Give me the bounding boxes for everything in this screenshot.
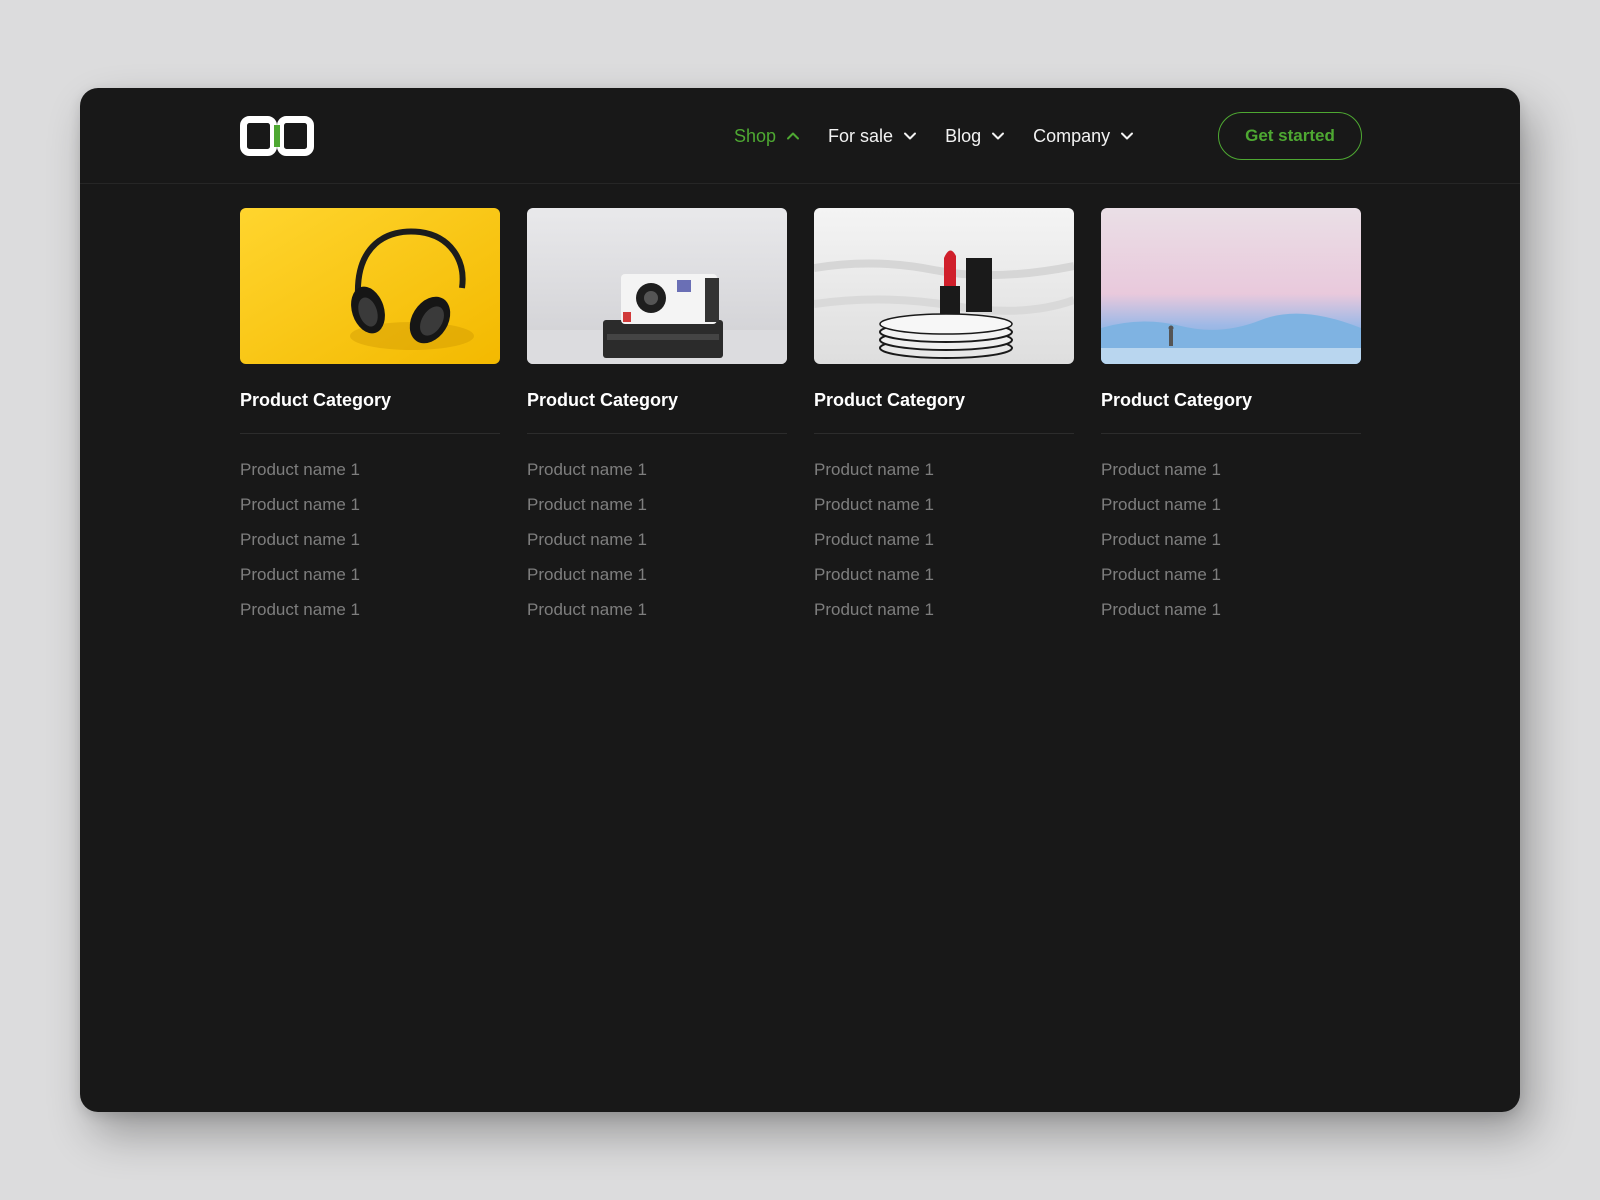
nav-item-label: Blog [945, 125, 982, 146]
chevron-down-icon [992, 132, 1005, 140]
product-link[interactable]: Product name 1 [814, 565, 1074, 600]
landscape-image[interactable] [1101, 208, 1361, 364]
chevron-down-icon [1121, 132, 1134, 140]
product-link[interactable]: Product name 1 [1101, 565, 1361, 600]
product-link[interactable]: Product name 1 [527, 530, 787, 565]
brand-logo-icon[interactable] [240, 116, 314, 156]
product-link[interactable]: Product name 1 [1101, 530, 1361, 565]
product-link[interactable]: Product name 1 [527, 495, 787, 530]
category-column: Product Category Product name 1 Product … [527, 208, 787, 635]
product-link[interactable]: Product name 1 [1101, 495, 1361, 530]
nav-item-shop[interactable]: Shop [734, 126, 800, 147]
product-link[interactable]: Product name 1 [527, 565, 787, 600]
nav-item-label: Shop [734, 125, 777, 146]
product-link[interactable]: Product name 1 [240, 565, 500, 600]
product-link[interactable]: Product name 1 [240, 600, 500, 635]
product-link[interactable]: Product name 1 [814, 495, 1074, 530]
product-list: Product name 1 Product name 1 Product na… [527, 460, 787, 635]
product-link[interactable]: Product name 1 [527, 460, 787, 495]
product-link[interactable]: Product name 1 [240, 460, 500, 495]
category-column: Product Category Product name 1 Product … [1101, 208, 1361, 635]
chevron-up-icon [787, 132, 800, 140]
product-link[interactable]: Product name 1 [240, 495, 500, 530]
product-list: Product name 1 Product name 1 Product na… [814, 460, 1074, 635]
nav-item-for-sale[interactable]: For sale [828, 126, 917, 147]
product-link[interactable]: Product name 1 [814, 600, 1074, 635]
product-link[interactable]: Product name 1 [1101, 460, 1361, 495]
main-nav: Shop For sale Blog Company [734, 88, 1162, 184]
nav-item-label: For sale [828, 125, 894, 146]
product-link[interactable]: Product name 1 [240, 530, 500, 565]
site-header: Shop For sale Blog Company Get started [80, 88, 1520, 184]
app-window: Shop For sale Blog Company Get started P… [80, 88, 1520, 1112]
lipstick-image[interactable] [814, 208, 1074, 364]
category-title: Product Category [527, 390, 787, 434]
product-list: Product name 1 Product name 1 Product na… [1101, 460, 1361, 635]
nav-item-company[interactable]: Company [1033, 126, 1134, 147]
category-title: Product Category [240, 390, 500, 434]
product-link[interactable]: Product name 1 [814, 530, 1074, 565]
instant-camera-image[interactable] [527, 208, 787, 364]
category-title: Product Category [1101, 390, 1361, 434]
category-title: Product Category [814, 390, 1074, 434]
get-started-button[interactable]: Get started [1218, 112, 1362, 160]
nav-item-blog[interactable]: Blog [945, 126, 1005, 147]
product-link[interactable]: Product name 1 [1101, 600, 1361, 635]
chevron-down-icon [904, 132, 917, 140]
product-link[interactable]: Product name 1 [814, 460, 1074, 495]
headphones-image[interactable] [240, 208, 500, 364]
product-link[interactable]: Product name 1 [527, 600, 787, 635]
category-column: Product Category Product name 1 Product … [240, 208, 500, 635]
category-column: Product Category Product name 1 Product … [814, 208, 1074, 635]
category-grid: Product Category Product name 1 Product … [240, 208, 1361, 635]
product-list: Product name 1 Product name 1 Product na… [240, 460, 500, 635]
nav-item-label: Company [1033, 125, 1111, 146]
